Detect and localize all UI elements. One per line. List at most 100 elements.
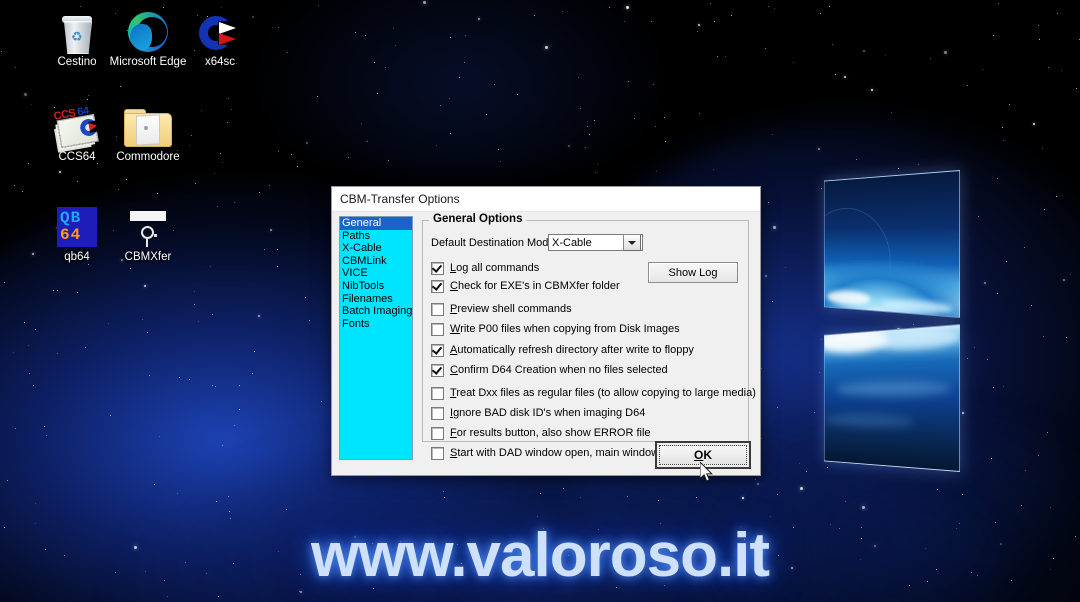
checkbox-option-2[interactable]: Check for EXE's in CBMXfer folder [431,280,620,293]
category-listbox[interactable]: General Paths X-Cable CBMLink VICE NibTools Fi… [339,216,413,460]
cbm-transfer-options-dialog[interactable]: CBM-Transfer Options General Paths X-Cable… [331,186,761,476]
star [77,292,78,293]
star [698,24,700,26]
show-log-button[interactable]: Show Log [648,262,738,283]
checkbox-label: For results button, also show ERROR file [450,428,651,439]
star [440,105,441,106]
star [88,95,89,96]
star [498,149,499,150]
desktop-icon-cbmxfer[interactable]: CBMXfer [100,199,196,264]
star [57,290,58,291]
checkbox-unchecked-icon[interactable] [431,407,444,420]
star [628,81,629,82]
star [998,3,999,4]
star [863,50,865,52]
star [1,51,2,52]
checkbox-option-6[interactable]: Confirm D64 Creation when no files selec… [431,364,668,377]
checkbox-unchecked-icon[interactable] [431,427,444,440]
star [624,21,625,22]
checkbox-unchecked-icon[interactable] [431,387,444,400]
checkbox-option-4[interactable]: Write P00 files when copying from Disk I… [431,323,680,336]
category-list-item-vice[interactable]: VICE [340,267,412,280]
checkbox-option-9[interactable]: For results button, also show ERROR file [431,427,651,440]
star [195,183,196,184]
star [88,264,89,265]
star [234,202,235,203]
star [944,51,947,54]
star [774,8,775,9]
star [231,109,232,110]
desktop-icon-commodore-folder[interactable]: Commodore [100,99,196,164]
category-list-item-cbmlink[interactable]: CBMLink [340,255,412,268]
star [665,141,666,142]
star [212,385,213,386]
star [589,134,590,135]
star [800,487,803,490]
star [278,27,279,28]
star [385,67,386,68]
checkbox-option-8[interactable]: Ignore BAD disk ID's when imaging D64 [431,407,645,420]
checkbox-unchecked-icon[interactable] [431,447,444,460]
category-list-item-fonts[interactable]: Fonts [340,318,412,331]
checkbox-checked-icon[interactable] [431,344,444,357]
category-list-item-filenames[interactable]: Filenames [340,293,412,306]
destination-mode-combobox[interactable]: X-Cable [548,234,643,251]
checkbox-option-3[interactable]: Preview shell commands [431,303,572,316]
star [210,266,211,267]
star [239,385,240,386]
star [517,94,518,95]
star [222,445,223,446]
chevron-down-icon[interactable] [623,234,641,251]
checkbox-option-1[interactable]: Log all commands [431,262,539,275]
group-legend: General Options [429,213,526,225]
star [580,108,581,109]
checkbox-checked-icon[interactable] [431,262,444,275]
general-options-group: General Options Default Destination Mode… [422,220,749,442]
star [13,352,14,353]
star [835,74,836,75]
star [318,5,319,6]
star [829,6,830,7]
star [656,171,657,172]
star [444,497,445,498]
category-list-item-general[interactable]: General [340,217,412,230]
star [179,377,180,378]
checkbox-label: Preview shell commands [450,304,572,315]
checkbox-option-5[interactable]: Automatically refresh directory after wr… [431,344,694,357]
dialog-title-bar[interactable]: CBM-Transfer Options [332,187,760,212]
star [486,114,487,115]
star [587,126,588,127]
star [832,44,833,45]
checkbox-unchecked-icon[interactable] [431,323,444,336]
star [309,320,310,321]
star [449,98,450,99]
star [177,493,178,494]
checkbox-checked-icon[interactable] [431,280,444,293]
star [845,501,846,502]
star [1033,123,1035,125]
star [215,386,216,387]
star [534,15,535,16]
star [306,142,308,144]
checkbox-unchecked-icon[interactable] [431,303,444,316]
checkbox-label: Check for EXE's in CBMXfer folder [450,281,620,292]
star [239,409,240,410]
star [585,147,586,148]
checkbox-label: Write P00 files when copying from Disk I… [450,324,680,335]
star [126,179,127,180]
desktop-icon-x64sc[interactable]: x64sc [172,4,268,69]
star [28,345,29,346]
category-list-item-paths[interactable]: Paths [340,230,412,243]
category-list-item-batch-imaging[interactable]: Batch Imaging [340,305,412,318]
checkbox-option-7[interactable]: Treat Dxx files as regular files (to all… [431,387,756,400]
dialog-body: General Paths X-Cable CBMLink VICE NibTools Fi… [332,212,760,475]
star [14,185,15,186]
star [361,123,362,124]
star [1061,70,1062,71]
star [348,157,349,158]
star [198,321,199,322]
star [755,479,756,480]
category-list-item-x-cable[interactable]: X-Cable [340,242,412,255]
checkbox-checked-icon[interactable] [431,364,444,377]
category-list-item-nibtools[interactable]: NibTools [340,280,412,293]
